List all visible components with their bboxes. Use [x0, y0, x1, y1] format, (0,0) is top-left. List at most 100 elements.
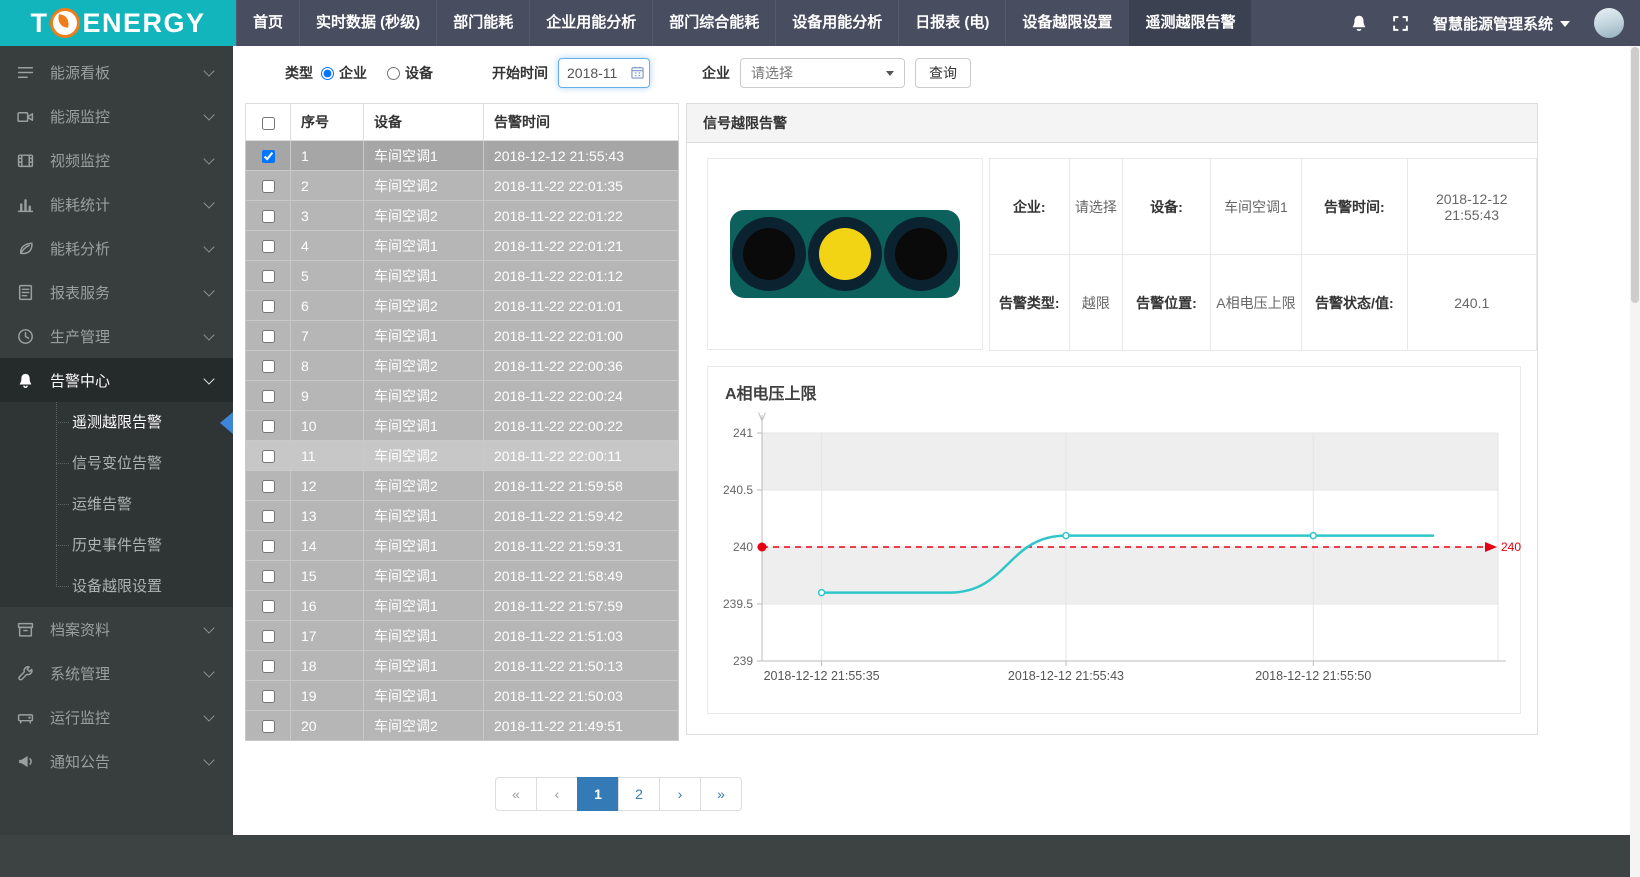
row-checkbox[interactable]	[262, 660, 275, 673]
row-checkbox[interactable]	[262, 240, 275, 253]
table-row[interactable]: 2车间空调22018-11-22 22:01:35	[246, 171, 679, 201]
filter-bar: 类型 企业 设备 开始时间 企业 请选择 查询	[233, 56, 971, 90]
table-row[interactable]: 16车间空调12018-11-22 21:57:59	[246, 591, 679, 621]
page-button-2[interactable]: 1	[577, 777, 619, 811]
sidebar-item-0[interactable]: 能源看板	[0, 50, 233, 94]
type-radio-device[interactable]: 设备	[387, 63, 433, 83]
query-button[interactable]: 查询	[915, 58, 971, 88]
table-row[interactable]: 10车间空调12018-11-22 22:00:22	[246, 411, 679, 441]
sidebar-subitem-3[interactable]: 历史事件告警	[0, 525, 233, 566]
row-no: 9	[291, 381, 364, 411]
page-button-0[interactable]: «	[495, 777, 537, 811]
nav-item-6[interactable]: 日报表 (电)	[898, 0, 1005, 46]
radio-device-input[interactable]	[387, 67, 400, 80]
type-radio-enterprise[interactable]: 企业	[321, 63, 367, 83]
row-no: 3	[291, 201, 364, 231]
row-checkbox-cell	[246, 501, 291, 531]
sidebar-subitem-0[interactable]: 遥测越限告警	[0, 402, 233, 443]
row-checkbox[interactable]	[262, 330, 275, 343]
sidebar-item-label: 视频监控	[50, 150, 110, 171]
row-checkbox[interactable]	[262, 210, 275, 223]
table-row[interactable]: 20车间空调22018-11-22 21:49:51	[246, 711, 679, 741]
table-row[interactable]: 4车间空调12018-11-22 22:01:21	[246, 231, 679, 261]
row-checkbox[interactable]	[262, 720, 275, 733]
sidebar-item-3[interactable]: 能耗统计	[0, 182, 233, 226]
lamp-core	[743, 228, 795, 280]
nav-item-7[interactable]: 设备越限设置	[1005, 0, 1128, 46]
nav-item-5[interactable]: 设备用能分析	[775, 0, 898, 46]
page-button-1[interactable]: ‹	[536, 777, 578, 811]
sidebar-subitem-label: 历史事件告警	[72, 537, 162, 554]
sidebar-subitem-1[interactable]: 信号变位告警	[0, 443, 233, 484]
select-all-checkbox[interactable]	[262, 117, 275, 130]
table-row[interactable]: 18车间空调12018-11-22 21:50:13	[246, 651, 679, 681]
nav-item-0[interactable]: 首页	[236, 0, 299, 46]
row-checkbox[interactable]	[262, 540, 275, 553]
row-time: 2018-11-22 21:59:42	[484, 501, 679, 531]
sidebar-item-4[interactable]: 能耗分析	[0, 226, 233, 270]
scrollbar[interactable]	[1630, 46, 1640, 877]
table-row[interactable]: 6车间空调22018-11-22 22:01:01	[246, 291, 679, 321]
table-row[interactable]: 15车间空调12018-11-22 21:58:49	[246, 561, 679, 591]
sidebar-menu: 能源看板能源监控视频监控能耗统计能耗分析报表服务生产管理告警中心遥测越限告警信号…	[0, 46, 233, 783]
row-checkbox[interactable]	[262, 480, 275, 493]
scrollbar-thumb[interactable]	[1631, 47, 1639, 303]
row-time: 2018-11-22 21:49:51	[484, 711, 679, 741]
table-row[interactable]: 1车间空调12018-12-12 21:55:43	[246, 141, 679, 171]
avatar[interactable]	[1594, 8, 1624, 38]
table-row[interactable]: 19车间空调12018-11-22 21:50:03	[246, 681, 679, 711]
page-button-3[interactable]: 2	[618, 777, 660, 811]
nav-item-1[interactable]: 实时数据 (秒级)	[299, 0, 436, 46]
table-row[interactable]: 13车间空调12018-11-22 21:59:42	[246, 501, 679, 531]
sidebar-subitem-4[interactable]: 设备越限设置	[0, 566, 233, 607]
radio-enterprise-input[interactable]	[321, 67, 334, 80]
row-checkbox[interactable]	[262, 690, 275, 703]
sidebar-subitem-2[interactable]: 运维告警	[0, 484, 233, 525]
row-checkbox[interactable]	[262, 390, 275, 403]
nav-item-8[interactable]: 遥测越限告警	[1128, 0, 1251, 46]
table-row[interactable]: 14车间空调12018-11-22 21:59:31	[246, 531, 679, 561]
fullscreen-icon[interactable]	[1392, 15, 1409, 32]
table-row[interactable]: 12车间空调22018-11-22 21:59:58	[246, 471, 679, 501]
row-checkbox[interactable]	[262, 570, 275, 583]
table-row[interactable]: 7车间空调12018-11-22 22:01:00	[246, 321, 679, 351]
row-checkbox[interactable]	[262, 180, 275, 193]
sidebar-subitem-label: 信号变位告警	[72, 455, 162, 472]
row-checkbox[interactable]	[262, 630, 275, 643]
row-checkbox[interactable]	[262, 360, 275, 373]
bell-icon[interactable]	[1350, 14, 1368, 32]
table-row[interactable]: 5车间空调12018-11-22 22:01:12	[246, 261, 679, 291]
table-row[interactable]: 9车间空调22018-11-22 22:00:24	[246, 381, 679, 411]
nav-item-2[interactable]: 部门能耗	[436, 0, 529, 46]
row-checkbox[interactable]	[262, 450, 275, 463]
sidebar-item-2[interactable]: 视频监控	[0, 138, 233, 182]
calendar-icon[interactable]	[631, 66, 644, 79]
logo[interactable]: T ENERGY	[0, 0, 236, 46]
table-row[interactable]: 3车间空调22018-11-22 22:01:22	[246, 201, 679, 231]
user-menu[interactable]: 智慧能源管理系统	[1433, 13, 1570, 34]
row-checkbox[interactable]	[262, 600, 275, 613]
row-checkbox[interactable]	[262, 420, 275, 433]
row-checkbox[interactable]	[262, 150, 275, 163]
chart-card: A相电压上限 V239239.5240240.52412018-12-12 21…	[707, 366, 1521, 714]
page-button-4[interactable]: ›	[659, 777, 701, 811]
sidebar-item-5[interactable]: 报表服务	[0, 270, 233, 314]
sidebar-item-7[interactable]: 告警中心	[0, 358, 233, 402]
sidebar-item-6[interactable]: 生产管理	[0, 314, 233, 358]
row-checkbox[interactable]	[262, 300, 275, 313]
table-row[interactable]: 11车间空调22018-11-22 22:00:11	[246, 441, 679, 471]
table-row[interactable]: 8车间空调22018-11-22 22:00:36	[246, 351, 679, 381]
sidebar-item-1[interactable]: 能源监控	[0, 94, 233, 138]
sidebar-item-10[interactable]: 运行监控	[0, 695, 233, 739]
row-checkbox[interactable]	[262, 270, 275, 283]
row-device: 车间空调1	[364, 501, 484, 531]
page-button-5[interactable]: »	[700, 777, 742, 811]
nav-item-3[interactable]: 企业用能分析	[529, 0, 652, 46]
sidebar-item-11[interactable]: 通知公告	[0, 739, 233, 783]
sidebar-item-9[interactable]: 系统管理	[0, 651, 233, 695]
row-checkbox[interactable]	[262, 510, 275, 523]
nav-item-4[interactable]: 部门综合能耗	[652, 0, 775, 46]
sidebar-item-8[interactable]: 档案资料	[0, 607, 233, 651]
table-row[interactable]: 17车间空调12018-11-22 21:51:03	[246, 621, 679, 651]
enterprise-select[interactable]: 请选择	[740, 58, 905, 88]
